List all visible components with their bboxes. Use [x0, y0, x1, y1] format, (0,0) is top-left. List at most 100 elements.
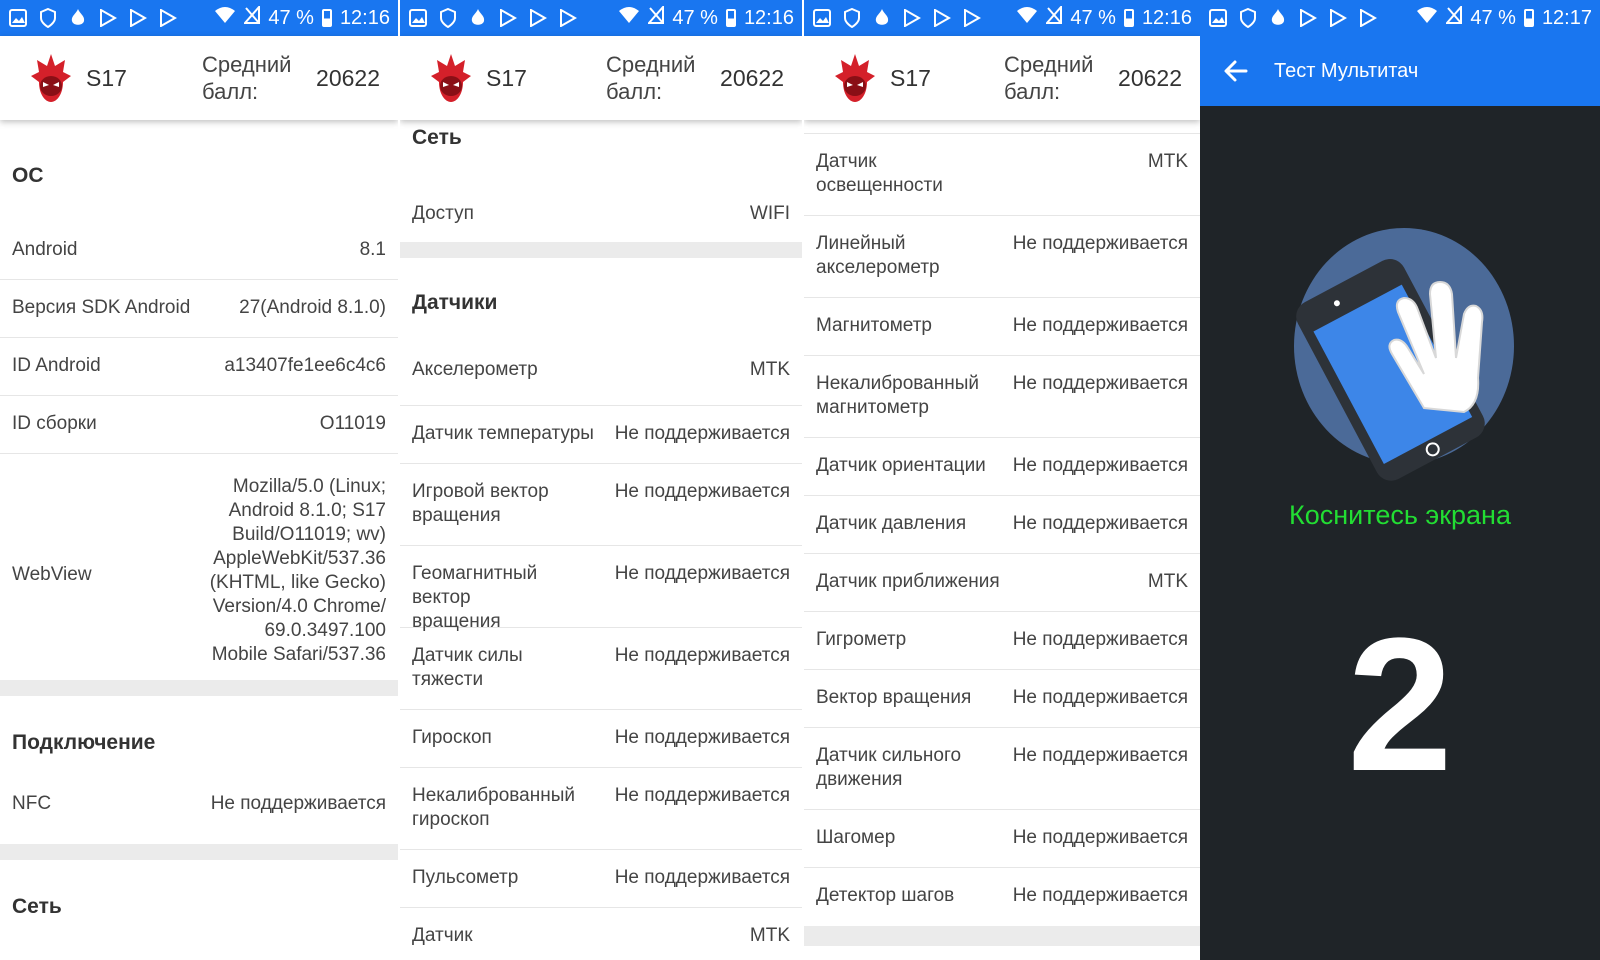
info-label: Android	[12, 239, 78, 260]
app-header: S17 Средний балл: 20622	[0, 36, 398, 120]
info-label: NFC	[12, 793, 52, 814]
sensor-value: Не поддерживается	[614, 867, 790, 888]
sensor-row: Линейный акселерометр Не поддерживается	[804, 216, 1200, 298]
info-row: Доступ WIFI	[400, 174, 802, 242]
sensor-row: Некалиброванный гироскоп Не поддерживает…	[400, 768, 802, 850]
sensor-label: Датчик ориентации	[816, 455, 986, 476]
app-notify-icon	[98, 8, 118, 28]
sensor-row: Датчик MTK	[400, 908, 802, 960]
sensor-row: Датчик сильного движения Не поддерживает…	[804, 728, 1200, 810]
gallery-icon	[812, 8, 832, 28]
status-bar: 47 % 12:16	[0, 0, 398, 36]
sensor-row: Геомагнитный вектор вращения Не поддержи…	[400, 546, 802, 632]
info-row: Android 8.1	[0, 222, 398, 280]
shield-icon	[1238, 8, 1258, 28]
sensor-row: Пульсометр Не поддерживается	[400, 850, 802, 908]
average-score-value: 20622	[1118, 64, 1182, 91]
sensor-label: Датчик приближения	[816, 571, 1000, 592]
sensor-row: Датчик приближения MTK	[804, 554, 1200, 612]
list-top-divider	[804, 120, 1200, 134]
shield-icon	[438, 8, 458, 28]
info-row: NFC Не поддерживается	[0, 786, 398, 844]
sensor-row: Детектор шагов Не поддерживается	[804, 868, 1200, 926]
flame-icon	[468, 8, 488, 28]
app-notify-icon	[498, 8, 518, 28]
section-title-os: ОС	[12, 164, 44, 187]
info-value: O11019	[319, 413, 386, 434]
antutu-logo-icon	[835, 54, 875, 102]
sensor-label: Датчик	[412, 925, 473, 946]
sensor-label: Детектор шагов	[816, 885, 955, 906]
info-label: Версия SDK Android	[12, 297, 191, 318]
app-notify-icon	[1298, 8, 1318, 28]
device-name: S17	[890, 64, 931, 91]
info-list[interactable]: Сеть Доступ WIFI Датчики Акселерометр MT…	[400, 120, 802, 960]
device-name: S17	[86, 64, 127, 91]
sensor-value: Не поддерживается	[1012, 745, 1188, 766]
multitouch-illustration-icon	[1294, 228, 1514, 481]
sensor-label: Некалиброванный магнитометр	[816, 373, 980, 418]
app-notify-icon	[932, 8, 952, 28]
flame-icon	[872, 8, 892, 28]
sensor-row: Акселерометр MTK	[400, 348, 802, 406]
sensor-label: Акселерометр	[412, 359, 538, 380]
sensor-value: MTK	[1147, 571, 1188, 592]
gallery-icon	[408, 8, 428, 28]
sensor-value: Не поддерживается	[614, 785, 790, 806]
battery-percent: 47 %	[1070, 6, 1116, 29]
app-notify-icon	[962, 8, 982, 28]
sensor-value: Не поддерживается	[1012, 885, 1188, 906]
sensor-label: Датчик температуры	[412, 423, 594, 444]
screen-multitouch-test[interactable]: 47 % 12:17 Тест Мультитач Коснитесь экра…	[1200, 0, 1600, 960]
sensor-value: MTK	[749, 359, 790, 380]
clock: 12:16	[1141, 6, 1192, 29]
battery-percent: 47 %	[672, 6, 718, 29]
wifi-icon	[214, 6, 236, 30]
sensor-value: MTK	[749, 925, 790, 946]
touch-screen-hint: Коснитесь экрана	[1289, 500, 1511, 530]
app-notify-icon	[528, 8, 548, 28]
wifi-icon	[1016, 6, 1038, 30]
average-score-label: Средний балл:	[202, 52, 292, 104]
back-arrow-icon[interactable]	[1222, 57, 1250, 85]
sensor-value: Не поддерживается	[614, 727, 790, 748]
info-label: WebView	[12, 564, 92, 585]
app-header: S17 Средний балл: 20622	[400, 36, 802, 120]
section-title-network: Сеть	[412, 126, 462, 149]
status-bar: 47 % 12:16	[804, 0, 1200, 36]
sensor-row: Датчик температуры Не поддерживается	[400, 406, 802, 464]
sensor-label: Датчик давления	[816, 513, 967, 534]
average-score-label: Средний балл:	[606, 52, 696, 104]
status-bar: 47 % 12:16	[400, 0, 802, 36]
info-row: ID сборки O11019	[0, 396, 398, 454]
sensor-value: Не поддерживается	[1012, 233, 1188, 254]
gallery-icon	[8, 8, 28, 28]
app-notify-icon	[158, 8, 178, 28]
sensor-row: Магнитометр Не поддерживается	[804, 298, 1200, 356]
no-signal-icon	[1045, 4, 1063, 30]
sensor-label: Датчик освещенности	[816, 151, 943, 196]
clock: 12:16	[339, 6, 390, 29]
clock: 12:16	[743, 6, 794, 29]
app-notify-icon	[902, 8, 922, 28]
sensor-value: Не поддерживается	[1012, 373, 1188, 394]
page-title: Тест Мультитач	[1274, 59, 1419, 82]
info-value: a13407fe1ee6c4c6	[224, 355, 386, 376]
info-list[interactable]: ОС Android 8.1 Версия SDK Android 27(And…	[0, 120, 398, 960]
no-signal-icon	[647, 4, 665, 30]
sensor-row: Датчик ориентации Не поддерживается	[804, 438, 1200, 496]
screen-network-sensors: 47 % 12:16 S17 Средний балл: 20622 Сеть …	[400, 0, 802, 960]
sensor-row: Датчик силы тяжести Не поддерживается	[400, 628, 802, 710]
sensor-label: Датчик сильного движения	[816, 745, 962, 790]
battery-percent: 47 %	[1470, 6, 1516, 29]
app-notify-icon	[558, 8, 578, 28]
clock: 12:17	[1541, 6, 1592, 29]
screen-system-info: 47 % 12:16 S17 Средний балл: 20622 ОС An…	[0, 0, 398, 960]
battery-icon	[321, 9, 332, 27]
sensor-label: Шагомер	[816, 827, 896, 848]
info-value: 8.1	[359, 239, 386, 260]
info-list[interactable]: Датчик освещенности MTK Линейный акселер…	[804, 120, 1200, 960]
sensor-label: Игровой вектор вращения	[412, 481, 549, 526]
section-divider	[0, 680, 398, 696]
touch-count: 2	[1347, 599, 1453, 811]
